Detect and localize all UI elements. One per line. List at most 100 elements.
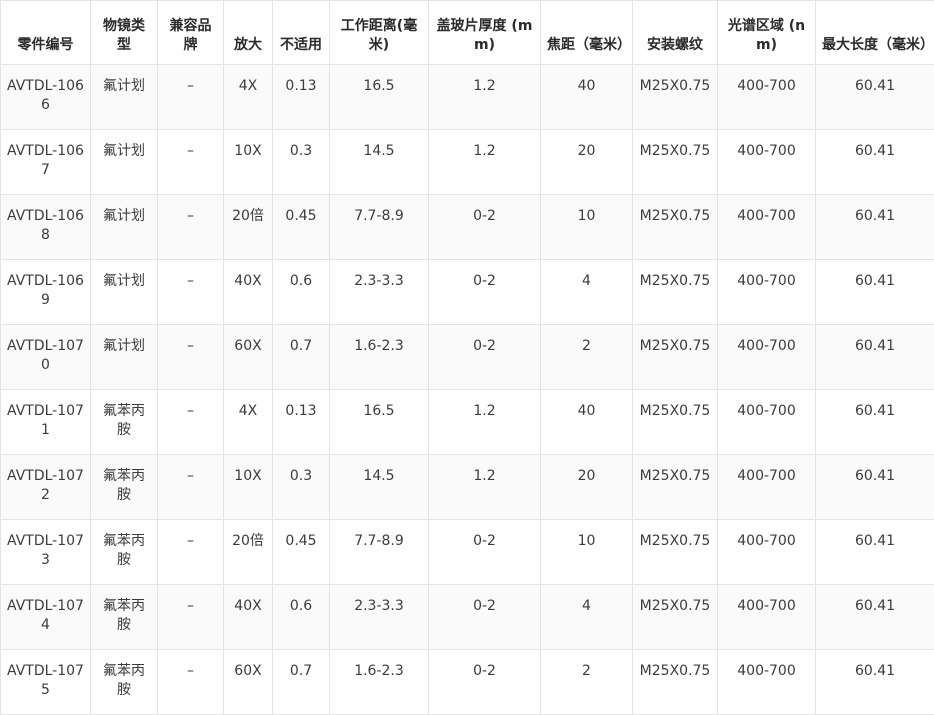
cell-magnification: 4X xyxy=(224,390,273,455)
cell-not-applicable: 0.13 xyxy=(273,65,330,130)
cell-focal-length: 10 xyxy=(541,195,633,260)
cell-mounting-thread: M25X0.75 xyxy=(633,65,718,130)
cell-part-number: AVTDL-1070 xyxy=(1,325,91,390)
cell-focal-length: 10 xyxy=(541,520,633,585)
cell-spectral-range: 400-700 xyxy=(718,390,816,455)
cell-working-distance: 1.6-2.3 xyxy=(330,325,429,390)
table-row: AVTDL-1070氟计划–60X0.71.6-2.30-22M25X0.754… xyxy=(1,325,934,390)
cell-objective-type: 氟计划 xyxy=(91,260,158,325)
cell-not-applicable: 0.7 xyxy=(273,650,330,715)
table-row: AVTDL-1067氟计划–10X0.314.51.220M25X0.75400… xyxy=(1,130,934,195)
cell-spectral-range: 400-700 xyxy=(718,195,816,260)
cell-part-number: AVTDL-1073 xyxy=(1,520,91,585)
cell-objective-type: 氟苯丙胺 xyxy=(91,585,158,650)
cell-focal-length: 40 xyxy=(541,390,633,455)
cell-cover-glass-thickness: 1.2 xyxy=(429,130,541,195)
cell-cover-glass-thickness: 0-2 xyxy=(429,520,541,585)
cell-not-applicable: 0.3 xyxy=(273,455,330,520)
cell-not-applicable: 0.45 xyxy=(273,195,330,260)
header-mounting-thread: 安装螺纹 xyxy=(633,1,718,65)
table-row: AVTDL-1074氟苯丙胺–40X0.62.3-3.30-24M25X0.75… xyxy=(1,585,934,650)
cell-spectral-range: 400-700 xyxy=(718,65,816,130)
cell-focal-length: 4 xyxy=(541,585,633,650)
cell-compatible-brand: – xyxy=(158,260,224,325)
cell-working-distance: 2.3-3.3 xyxy=(330,585,429,650)
cell-magnification: 4X xyxy=(224,65,273,130)
cell-focal-length: 40 xyxy=(541,65,633,130)
header-max-length: 最大长度（毫米） xyxy=(816,1,934,65)
table-row: AVTDL-1068氟计划–20倍0.457.7-8.90-210M25X0.7… xyxy=(1,195,934,260)
cell-cover-glass-thickness: 0-2 xyxy=(429,195,541,260)
cell-working-distance: 14.5 xyxy=(330,455,429,520)
cell-part-number: AVTDL-1066 xyxy=(1,65,91,130)
header-part-number: 零件编号 xyxy=(1,1,91,65)
cell-spectral-range: 400-700 xyxy=(718,130,816,195)
cell-part-number: AVTDL-1067 xyxy=(1,130,91,195)
cell-compatible-brand: – xyxy=(158,195,224,260)
cell-focal-length: 2 xyxy=(541,325,633,390)
table-row: AVTDL-1071氟苯丙胺–4X0.1316.51.240M25X0.7540… xyxy=(1,390,934,455)
cell-working-distance: 1.6-2.3 xyxy=(330,650,429,715)
header-objective-type: 物镜类型 xyxy=(91,1,158,65)
cell-max-length: 60.41 xyxy=(816,585,934,650)
cell-max-length: 60.41 xyxy=(816,520,934,585)
header-row: 零件编号 物镜类型 兼容品牌 放大 不适用 工作距离(毫米) 盖玻片厚度 (mm… xyxy=(1,1,934,65)
cell-magnification: 20倍 xyxy=(224,195,273,260)
cell-objective-type: 氟计划 xyxy=(91,65,158,130)
cell-compatible-brand: – xyxy=(158,455,224,520)
table-header: 零件编号 物镜类型 兼容品牌 放大 不适用 工作距离(毫米) 盖玻片厚度 (mm… xyxy=(1,1,934,65)
header-spectral-range: 光谱区域 (nm) xyxy=(718,1,816,65)
cell-spectral-range: 400-700 xyxy=(718,325,816,390)
cell-objective-type: 氟计划 xyxy=(91,325,158,390)
cell-cover-glass-thickness: 0-2 xyxy=(429,260,541,325)
cell-max-length: 60.41 xyxy=(816,650,934,715)
cell-cover-glass-thickness: 1.2 xyxy=(429,455,541,520)
cell-working-distance: 16.5 xyxy=(330,390,429,455)
cell-cover-glass-thickness: 1.2 xyxy=(429,65,541,130)
cell-mounting-thread: M25X0.75 xyxy=(633,650,718,715)
cell-focal-length: 4 xyxy=(541,260,633,325)
cell-objective-type: 氟计划 xyxy=(91,130,158,195)
cell-not-applicable: 0.13 xyxy=(273,390,330,455)
cell-objective-type: 氟苯丙胺 xyxy=(91,390,158,455)
cell-mounting-thread: M25X0.75 xyxy=(633,130,718,195)
cell-working-distance: 16.5 xyxy=(330,65,429,130)
cell-objective-type: 氟苯丙胺 xyxy=(91,455,158,520)
cell-not-applicable: 0.45 xyxy=(273,520,330,585)
cell-mounting-thread: M25X0.75 xyxy=(633,390,718,455)
header-working-distance: 工作距离(毫米) xyxy=(330,1,429,65)
cell-objective-type: 氟苯丙胺 xyxy=(91,650,158,715)
cell-magnification: 40X xyxy=(224,585,273,650)
cell-focal-length: 20 xyxy=(541,455,633,520)
cell-max-length: 60.41 xyxy=(816,130,934,195)
table-row: AVTDL-1075氟苯丙胺–60X0.71.6-2.30-22M25X0.75… xyxy=(1,650,934,715)
cell-mounting-thread: M25X0.75 xyxy=(633,325,718,390)
cell-max-length: 60.41 xyxy=(816,325,934,390)
cell-part-number: AVTDL-1068 xyxy=(1,195,91,260)
table-row: AVTDL-1073氟苯丙胺–20倍0.457.7-8.90-210M25X0.… xyxy=(1,520,934,585)
cell-mounting-thread: M25X0.75 xyxy=(633,195,718,260)
cell-magnification: 20倍 xyxy=(224,520,273,585)
cell-compatible-brand: – xyxy=(158,390,224,455)
cell-not-applicable: 0.3 xyxy=(273,130,330,195)
cell-mounting-thread: M25X0.75 xyxy=(633,455,718,520)
cell-working-distance: 7.7-8.9 xyxy=(330,520,429,585)
cell-cover-glass-thickness: 0-2 xyxy=(429,650,541,715)
header-compatible-brand: 兼容品牌 xyxy=(158,1,224,65)
cell-max-length: 60.41 xyxy=(816,455,934,520)
cell-cover-glass-thickness: 0-2 xyxy=(429,585,541,650)
cell-part-number: AVTDL-1075 xyxy=(1,650,91,715)
cell-spectral-range: 400-700 xyxy=(718,260,816,325)
cell-part-number: AVTDL-1071 xyxy=(1,390,91,455)
cell-spectral-range: 400-700 xyxy=(718,650,816,715)
cell-spectral-range: 400-700 xyxy=(718,455,816,520)
cell-mounting-thread: M25X0.75 xyxy=(633,520,718,585)
cell-not-applicable: 0.6 xyxy=(273,260,330,325)
cell-mounting-thread: M25X0.75 xyxy=(633,260,718,325)
cell-magnification: 10X xyxy=(224,130,273,195)
cell-part-number: AVTDL-1074 xyxy=(1,585,91,650)
header-magnification: 放大 xyxy=(224,1,273,65)
cell-compatible-brand: – xyxy=(158,585,224,650)
cell-magnification: 60X xyxy=(224,650,273,715)
cell-not-applicable: 0.7 xyxy=(273,325,330,390)
